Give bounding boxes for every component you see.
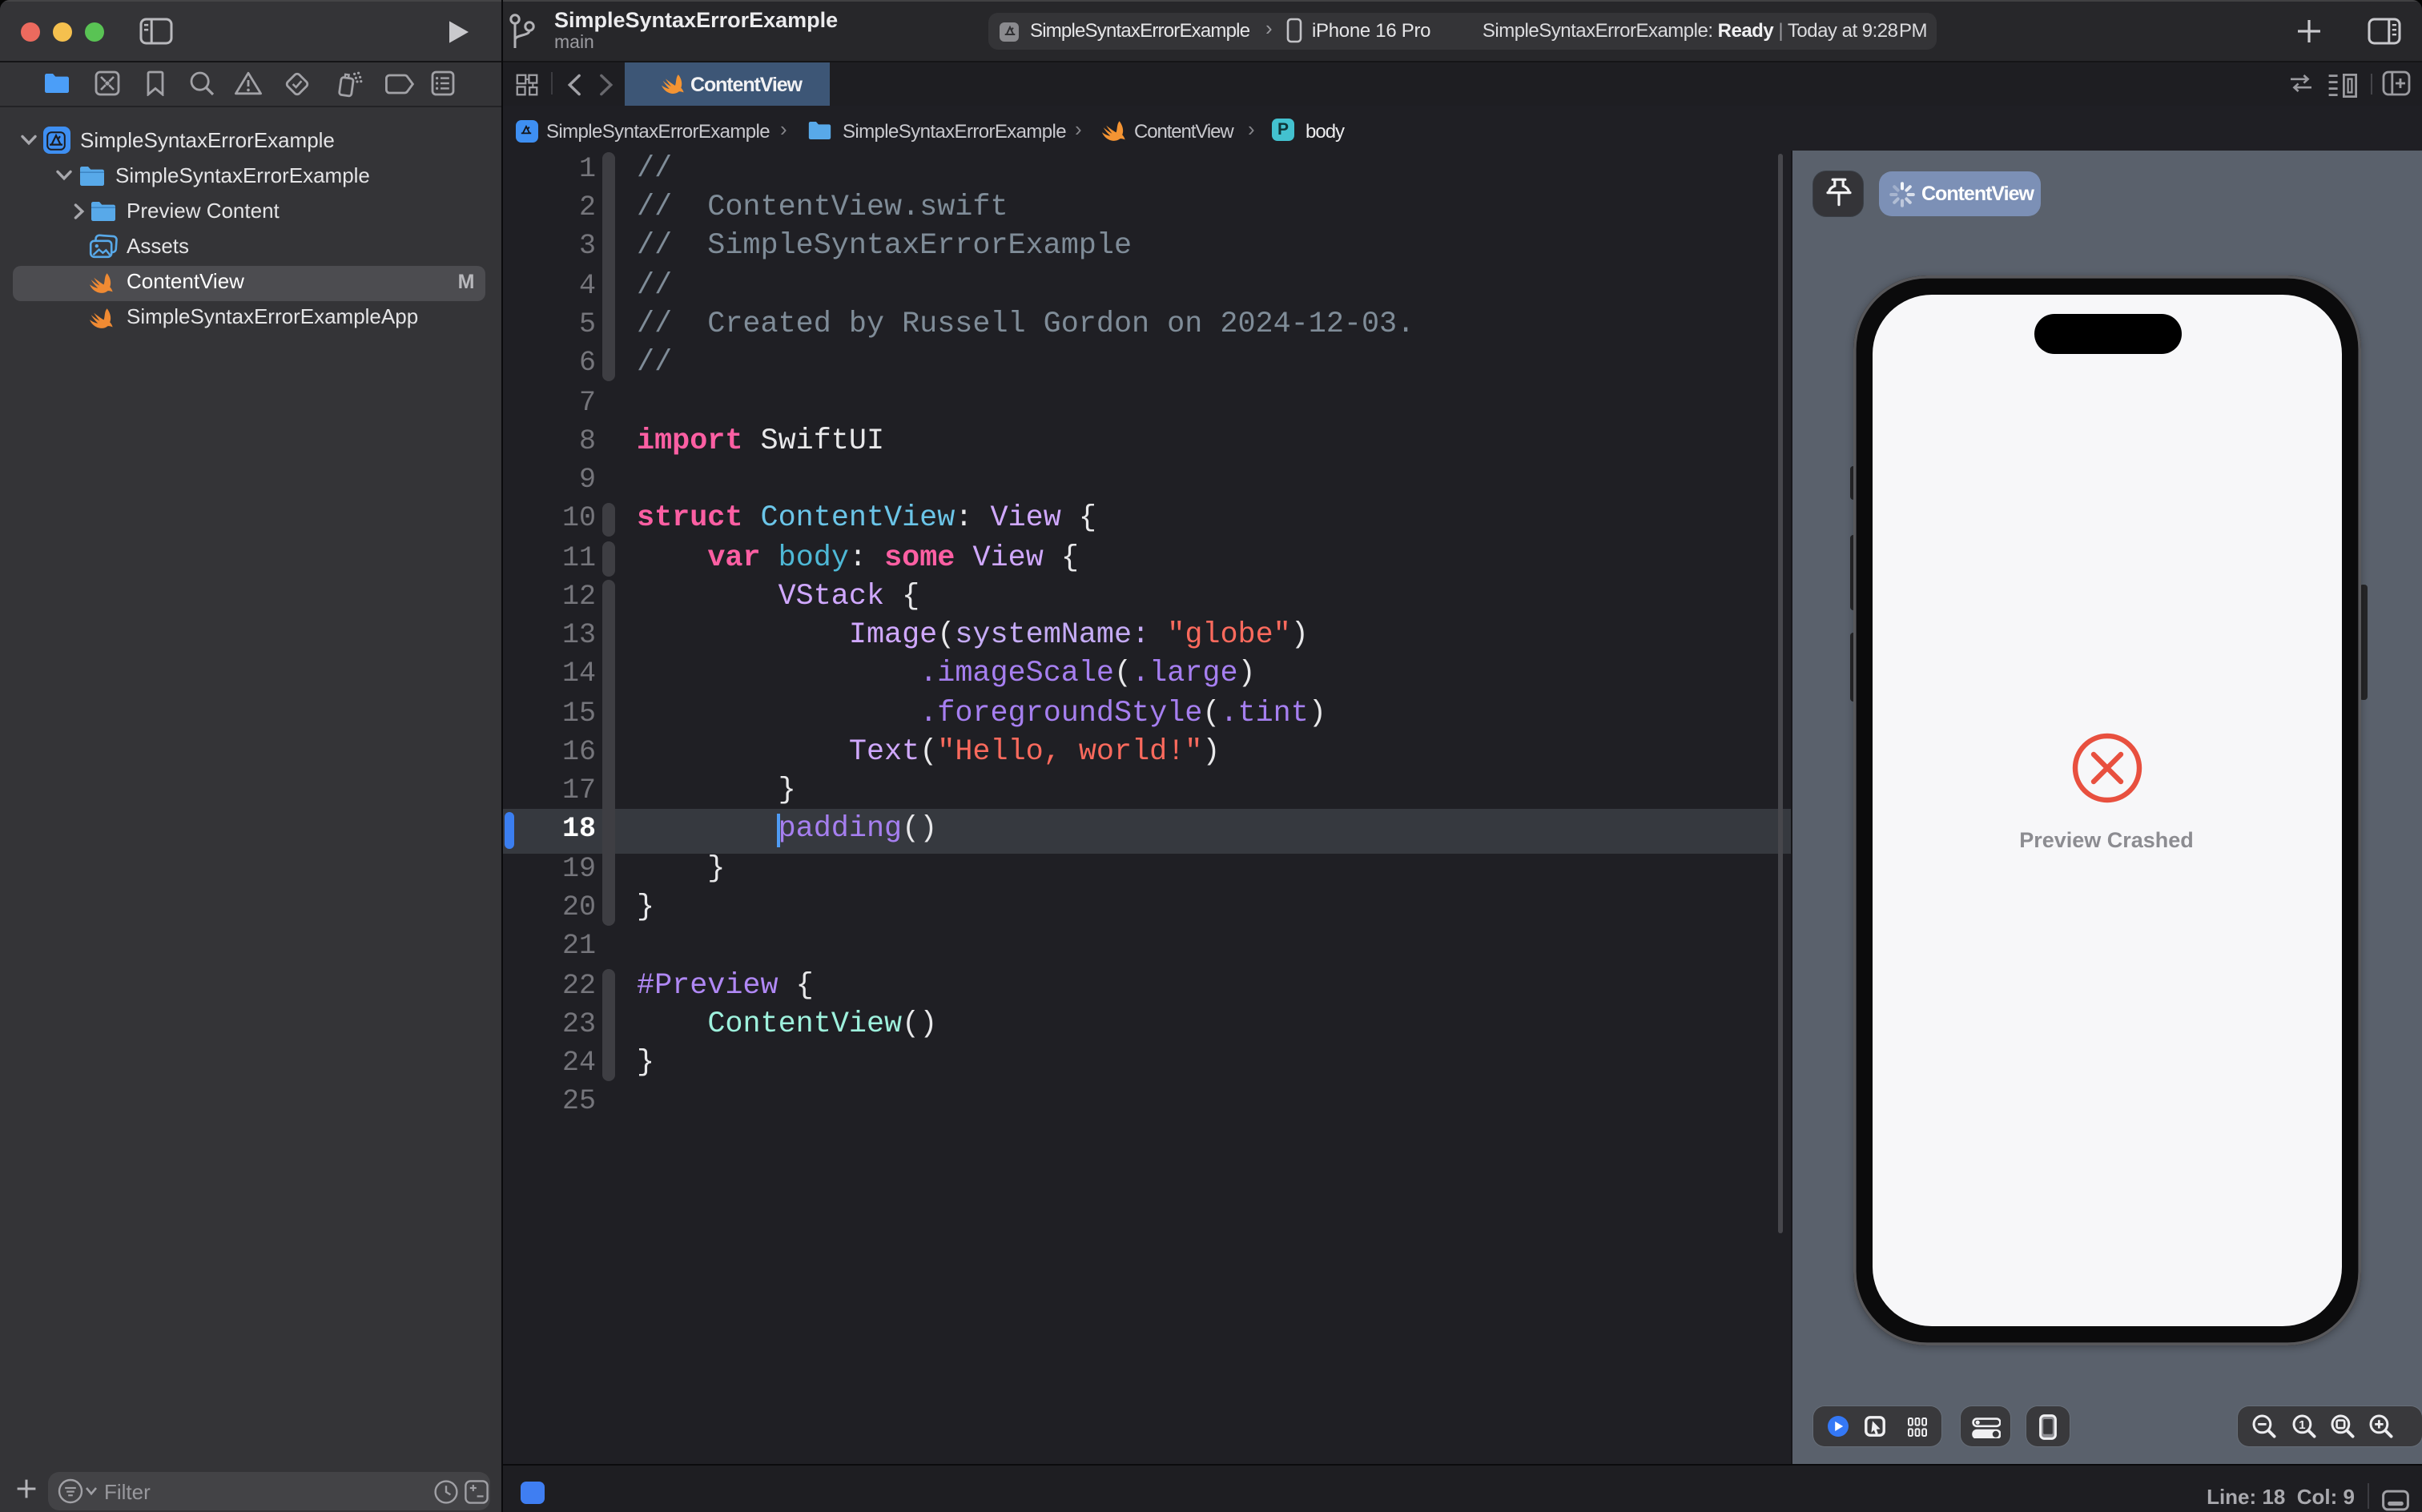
svg-text:1: 1 bbox=[2299, 1418, 2306, 1432]
